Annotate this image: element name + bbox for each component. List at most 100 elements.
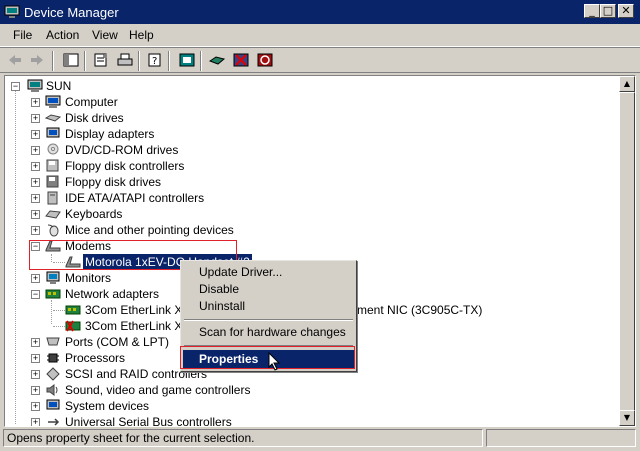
back-icon[interactable]: [6, 52, 24, 68]
expand-icon[interactable]: +: [31, 354, 40, 363]
tree-item-label: Floppy disk drives: [65, 175, 162, 189]
collapse-icon[interactable]: −: [31, 290, 40, 299]
computer-icon: [45, 95, 61, 108]
tree-item-label: Mice and other pointing devices: [65, 223, 234, 237]
expand-icon[interactable]: +: [31, 146, 40, 155]
tree-item-floppy-disk-controllers[interactable]: + Floppy disk controllers: [5, 158, 605, 174]
scroll-thumb[interactable]: [619, 92, 635, 412]
tree-item-keyboards[interactable]: + Keyboards: [5, 206, 605, 222]
print-icon[interactable]: [116, 52, 134, 68]
minimize-button[interactable]: _: [584, 4, 600, 18]
properties-icon[interactable]: [92, 52, 110, 68]
expand-icon[interactable]: +: [31, 210, 40, 219]
device-tree[interactable]: − SUN + Computer + Disk drives + Display…: [4, 75, 636, 427]
device-manager-icon: [4, 5, 20, 18]
tree-item-computer[interactable]: + Computer: [5, 94, 605, 110]
tree-item-label: Network adapters: [65, 287, 160, 301]
tree-item-label: Universal Serial Bus controllers: [65, 415, 232, 427]
tree-item-system-devices[interactable]: + System devices: [5, 398, 605, 414]
tree-item-label: Monitors: [65, 271, 112, 285]
network-adapter-disabled-icon: [65, 320, 81, 332]
close-button[interactable]: ✕: [618, 4, 634, 18]
expand-icon[interactable]: +: [31, 418, 40, 426]
expand-icon[interactable]: +: [31, 370, 40, 379]
menu-item-label: Uninstall: [199, 299, 246, 313]
computer-icon: [27, 79, 43, 92]
uninstall-icon[interactable]: [232, 52, 250, 68]
expand-icon[interactable]: +: [31, 114, 40, 123]
menu-view[interactable]: View: [92, 28, 118, 42]
ide-controller-icon: [47, 191, 58, 205]
vertical-scrollbar[interactable]: ▲ ▼: [619, 76, 635, 426]
expand-icon[interactable]: +: [31, 130, 40, 139]
title-bar[interactable]: Device Manager _ □ ✕: [0, 0, 640, 24]
forward-icon[interactable]: [28, 52, 46, 68]
tree-item-label: DVD/CD-ROM drives: [65, 143, 179, 157]
tree-item-label: Display adapters: [65, 127, 155, 141]
menu-item-update-driver[interactable]: Update Driver...: [183, 263, 354, 281]
expand-icon[interactable]: +: [31, 386, 40, 395]
toolbar-separator: [138, 51, 140, 71]
expand-icon[interactable]: +: [31, 178, 40, 187]
menu-file[interactable]: File: [13, 28, 32, 42]
scsi-controller-icon: [46, 367, 60, 381]
menu-item-disable[interactable]: Disable: [183, 280, 354, 298]
expand-icon[interactable]: +: [31, 338, 40, 347]
expand-icon[interactable]: +: [31, 274, 40, 283]
tree-root-label: SUN: [46, 79, 72, 93]
device-manager-window: Device Manager _ □ ✕ File Action View He…: [0, 0, 640, 451]
mouse-cursor-icon: [268, 352, 281, 371]
scroll-up-button[interactable]: ▲: [619, 76, 635, 92]
expand-icon[interactable]: +: [31, 226, 40, 235]
menu-action[interactable]: Action: [46, 28, 79, 42]
tree-root-row[interactable]: − SUN: [5, 78, 605, 94]
expand-icon[interactable]: +: [31, 162, 40, 171]
toolbar-separator: [168, 51, 170, 71]
disable-icon[interactable]: [256, 52, 274, 68]
tree-item-label: IDE ATA/ATAPI controllers: [65, 191, 205, 205]
system-device-icon: [46, 399, 60, 410]
menu-help[interactable]: Help: [129, 28, 154, 42]
menu-item-label: Update Driver...: [199, 265, 283, 279]
maximize-button[interactable]: □: [600, 4, 616, 18]
expand-icon[interactable]: +: [31, 98, 40, 107]
tree-item-floppy-disk-drives[interactable]: + Floppy disk drives: [5, 174, 605, 190]
scan-hardware-icon[interactable]: [178, 52, 196, 68]
tree-item-ide-ata-atapi-controllers[interactable]: + IDE ATA/ATAPI controllers: [5, 190, 605, 206]
disk-drive-icon: [45, 114, 61, 122]
mouse-icon: [47, 224, 59, 237]
tree-item-label: System devices: [65, 399, 150, 413]
console-tree-icon[interactable]: [62, 52, 80, 68]
menu-bar: File Action View Help: [0, 24, 640, 47]
tree-item-label-tail: ment NIC (3C905C-TX): [357, 303, 483, 317]
processor-icon: [47, 353, 59, 363]
menu-item-scan-hardware[interactable]: Scan for hardware changes: [183, 323, 354, 341]
usb-icon: [48, 418, 60, 426]
tree-item-usb-controllers[interactable]: + Universal Serial Bus controllers: [5, 414, 605, 427]
network-adapter-icon: [45, 289, 61, 299]
scroll-down-button[interactable]: ▼: [619, 410, 635, 426]
update-driver-icon[interactable]: [208, 52, 226, 68]
tree-item-label: Ports (COM & LPT): [65, 335, 170, 349]
window-title: Device Manager: [24, 5, 119, 20]
tree-item-label: Sound, video and game controllers: [65, 383, 251, 397]
port-icon: [46, 337, 60, 346]
tree-item-sound-video-game[interactable]: + Sound, video and game controllers: [5, 382, 605, 398]
status-text: Opens property sheet for the current sel…: [3, 429, 483, 447]
expand-icon[interactable]: +: [31, 402, 40, 411]
svg-text:?: ?: [152, 56, 157, 67]
tree-item-label: Disk drives: [65, 111, 124, 125]
collapse-icon[interactable]: −: [11, 82, 20, 91]
tree-item-label: Processors: [65, 351, 126, 365]
toolbar-separator: [52, 51, 54, 71]
tree-item-dvd-cd-rom-drives[interactable]: + DVD/CD-ROM drives: [5, 142, 605, 158]
expand-icon[interactable]: +: [31, 194, 40, 203]
tree-item-mice[interactable]: + Mice and other pointing devices: [5, 222, 605, 238]
monitor-icon: [46, 271, 60, 284]
display-adapter-icon: [46, 127, 60, 138]
tree-item-label: Floppy disk controllers: [65, 159, 185, 173]
tree-item-disk-drives[interactable]: + Disk drives: [5, 110, 605, 126]
help-icon[interactable]: ?: [146, 52, 164, 68]
menu-item-uninstall[interactable]: Uninstall: [183, 297, 354, 315]
tree-item-display-adapters[interactable]: + Display adapters: [5, 126, 605, 142]
